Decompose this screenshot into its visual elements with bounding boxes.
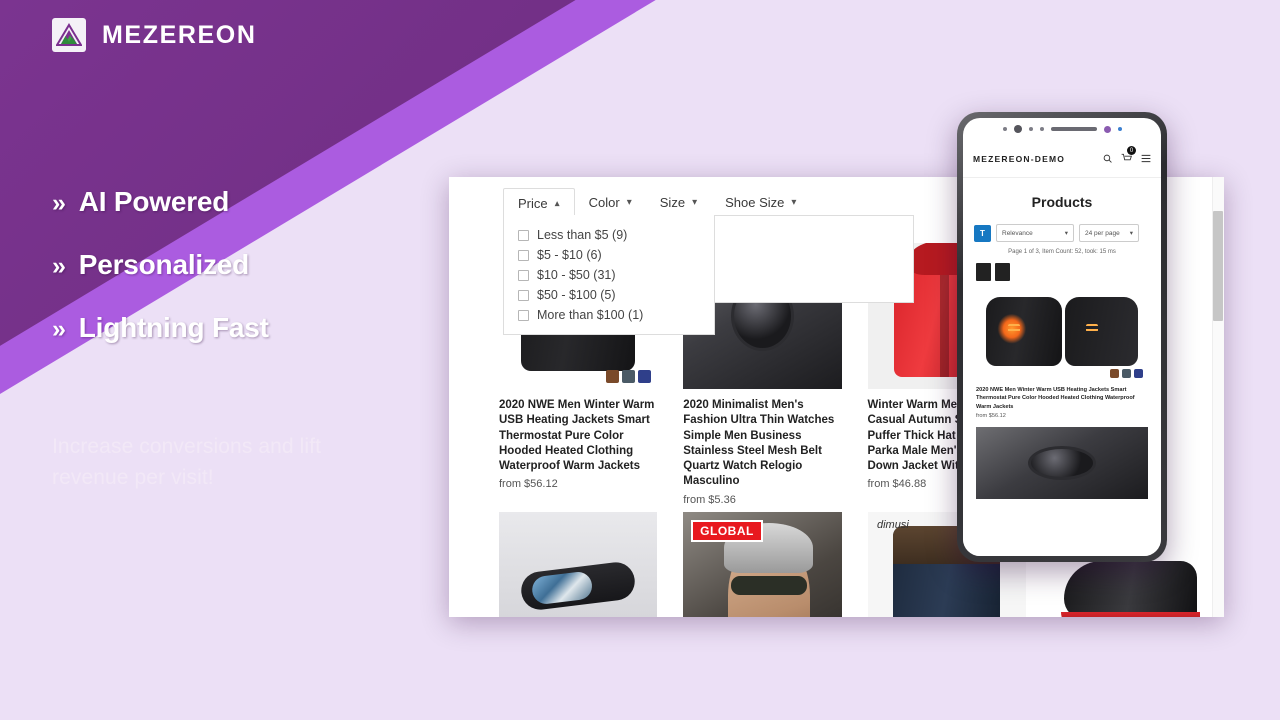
per-page-select[interactable]: 24 per page ▾ — [1079, 224, 1139, 242]
sort-select-value: Relevance — [1002, 229, 1033, 237]
sensor-dot-icon — [1039, 127, 1044, 131]
price-option-label: Less than $5 (9) — [537, 228, 628, 242]
product-brandmark: dimusi — [876, 518, 909, 531]
price-option[interactable]: $10 - $50 (31) — [504, 265, 714, 285]
cart-icon[interactable]: 0 — [1121, 146, 1136, 168]
mobile-product-title: 2020 NWE Men Winter Warm USB Heating Jac… — [976, 387, 1135, 410]
sensor-dot-icon — [1028, 127, 1033, 131]
hero-bullet-2: » Lightning Fast — [52, 312, 269, 344]
hero-bullet-label: AI Powered — [78, 186, 230, 217]
checkbox-icon[interactable] — [518, 249, 529, 261]
product-thumbnail-strip[interactable] — [976, 263, 1148, 281]
price-option[interactable]: Less than $5 (9) — [504, 225, 714, 245]
search-icon[interactable] — [1103, 150, 1112, 168]
thumbnail[interactable] — [995, 263, 1010, 281]
price-option-label: $50 - $100 (5) — [537, 288, 616, 302]
camera-icon — [1013, 125, 1022, 133]
chevron-down-icon: ▾ — [1129, 230, 1133, 237]
checkbox-icon[interactable] — [518, 309, 529, 321]
checkbox-icon[interactable] — [518, 229, 529, 241]
mobile-header-icons: 0 — [1103, 146, 1151, 168]
phone-viewport: MEZEREON-DEMO 0 Products T Relevance ▾ 2… — [963, 140, 1161, 530]
mountain-logo-icon — [52, 18, 86, 52]
cart-count-badge: 0 — [1127, 146, 1136, 155]
brand-logo[interactable]: MEZEREON — [52, 18, 256, 52]
checkbox-icon[interactable] — [518, 269, 529, 281]
chevron-double-right-icon: » — [52, 315, 66, 343]
chevron-double-right-icon: » — [52, 189, 66, 217]
chevron-down-icon: ▾ — [791, 197, 797, 208]
price-option[interactable]: $5 - $10 (6) — [504, 245, 714, 265]
price-option[interactable]: $50 - $100 (5) — [504, 285, 714, 305]
price-option-label: $5 - $10 (6) — [537, 248, 602, 262]
chevron-down-icon: ▾ — [626, 197, 632, 208]
hero-bullet-label: Lightning Fast — [78, 312, 269, 343]
phone-mockup: MEZEREON-DEMO 0 Products T Relevance ▾ 2… — [957, 112, 1167, 562]
global-badge: GLOBAL — [691, 520, 763, 543]
phone-chin — [963, 530, 1161, 556]
product-image — [499, 511, 658, 617]
result-status-text: Page 1 of 3, Item Count: 52, took: 15 ms — [1008, 249, 1116, 255]
product-title: 2020 Minimalist Men's Fashion Ultra Thin… — [683, 399, 835, 488]
product-image: GLOBAL — [683, 511, 842, 617]
brand-name: MEZEREON — [102, 20, 257, 49]
checkbox-icon[interactable] — [518, 289, 529, 301]
front-camera-icon — [1103, 125, 1111, 133]
filter-toggle-button[interactable]: T — [974, 224, 991, 242]
mobile-product-card[interactable]: 2020 NWE Men Winter Warm USB Heating Jac… — [963, 261, 1161, 500]
price-filter-dropdown: Less than $5 (9) $5 - $10 (6) $10 - $50 … — [503, 215, 715, 335]
sensor-dot-icon — [1002, 127, 1007, 131]
earpiece-speaker — [1050, 127, 1097, 131]
hero-subtitle: Increase conversions and lift revenue pe… — [52, 435, 322, 489]
hero-bullet-list: » AI Powered » Personalized » Lightning … — [52, 186, 269, 375]
mobile-header: MEZEREON-DEMO 0 — [963, 140, 1161, 178]
product-price: from $5.36 — [683, 493, 736, 506]
hamburger-icon[interactable] — [1141, 150, 1151, 168]
product-title: 2020 NWE Men Winter Warm USB Heating Jac… — [499, 399, 655, 473]
phone-screen-bezel: MEZEREON-DEMO 0 Products T Relevance ▾ 2… — [963, 118, 1161, 556]
filter-tab-label: Price — [518, 196, 548, 211]
price-dropdown-extension — [714, 215, 914, 303]
price-option-label: $10 - $50 (31) — [537, 268, 616, 282]
product-card[interactable] — [499, 506, 658, 617]
product-hero-image — [976, 285, 1148, 381]
hero-bullet-0: » AI Powered — [52, 186, 269, 218]
product-card[interactable]: GLOBAL — [683, 506, 842, 617]
mobile-toolbar: T Relevance ▾ 24 per page ▾ — [963, 224, 1161, 242]
vertical-scrollbar[interactable] — [1212, 177, 1224, 617]
price-option-label: More than $100 (1) — [537, 308, 644, 322]
mobile-page-title: Products — [1031, 194, 1093, 210]
mobile-brand: MEZEREON-DEMO — [973, 154, 1066, 164]
per-page-select-value: 24 per page — [1085, 229, 1120, 237]
thumbnail[interactable] — [976, 263, 991, 281]
chevron-down-icon: ▾ — [1064, 230, 1068, 237]
sort-select[interactable]: Relevance ▾ — [996, 224, 1074, 242]
filter-tab-label: Color — [588, 195, 620, 210]
scrollbar-thumb[interactable] — [1213, 211, 1223, 321]
mobile-product-price: from $56.12 — [976, 413, 1006, 420]
filter-tab-label: Shoe Size — [725, 195, 785, 210]
hero-bullet-label: Personalized — [78, 249, 250, 280]
product-hero-image-secondary — [976, 427, 1148, 500]
chevron-down-icon: ▾ — [692, 197, 698, 208]
product-price: from $56.12 — [499, 478, 558, 491]
filter-tab-label: Size — [659, 195, 686, 210]
hero-bullet-1: » Personalized — [52, 249, 269, 281]
led-indicator-icon — [1117, 127, 1122, 131]
price-option[interactable]: More than $100 (1) — [504, 305, 714, 325]
chevron-double-right-icon: » — [52, 252, 66, 280]
chevron-up-icon: ▾ — [554, 198, 560, 209]
phone-notch — [963, 118, 1161, 140]
